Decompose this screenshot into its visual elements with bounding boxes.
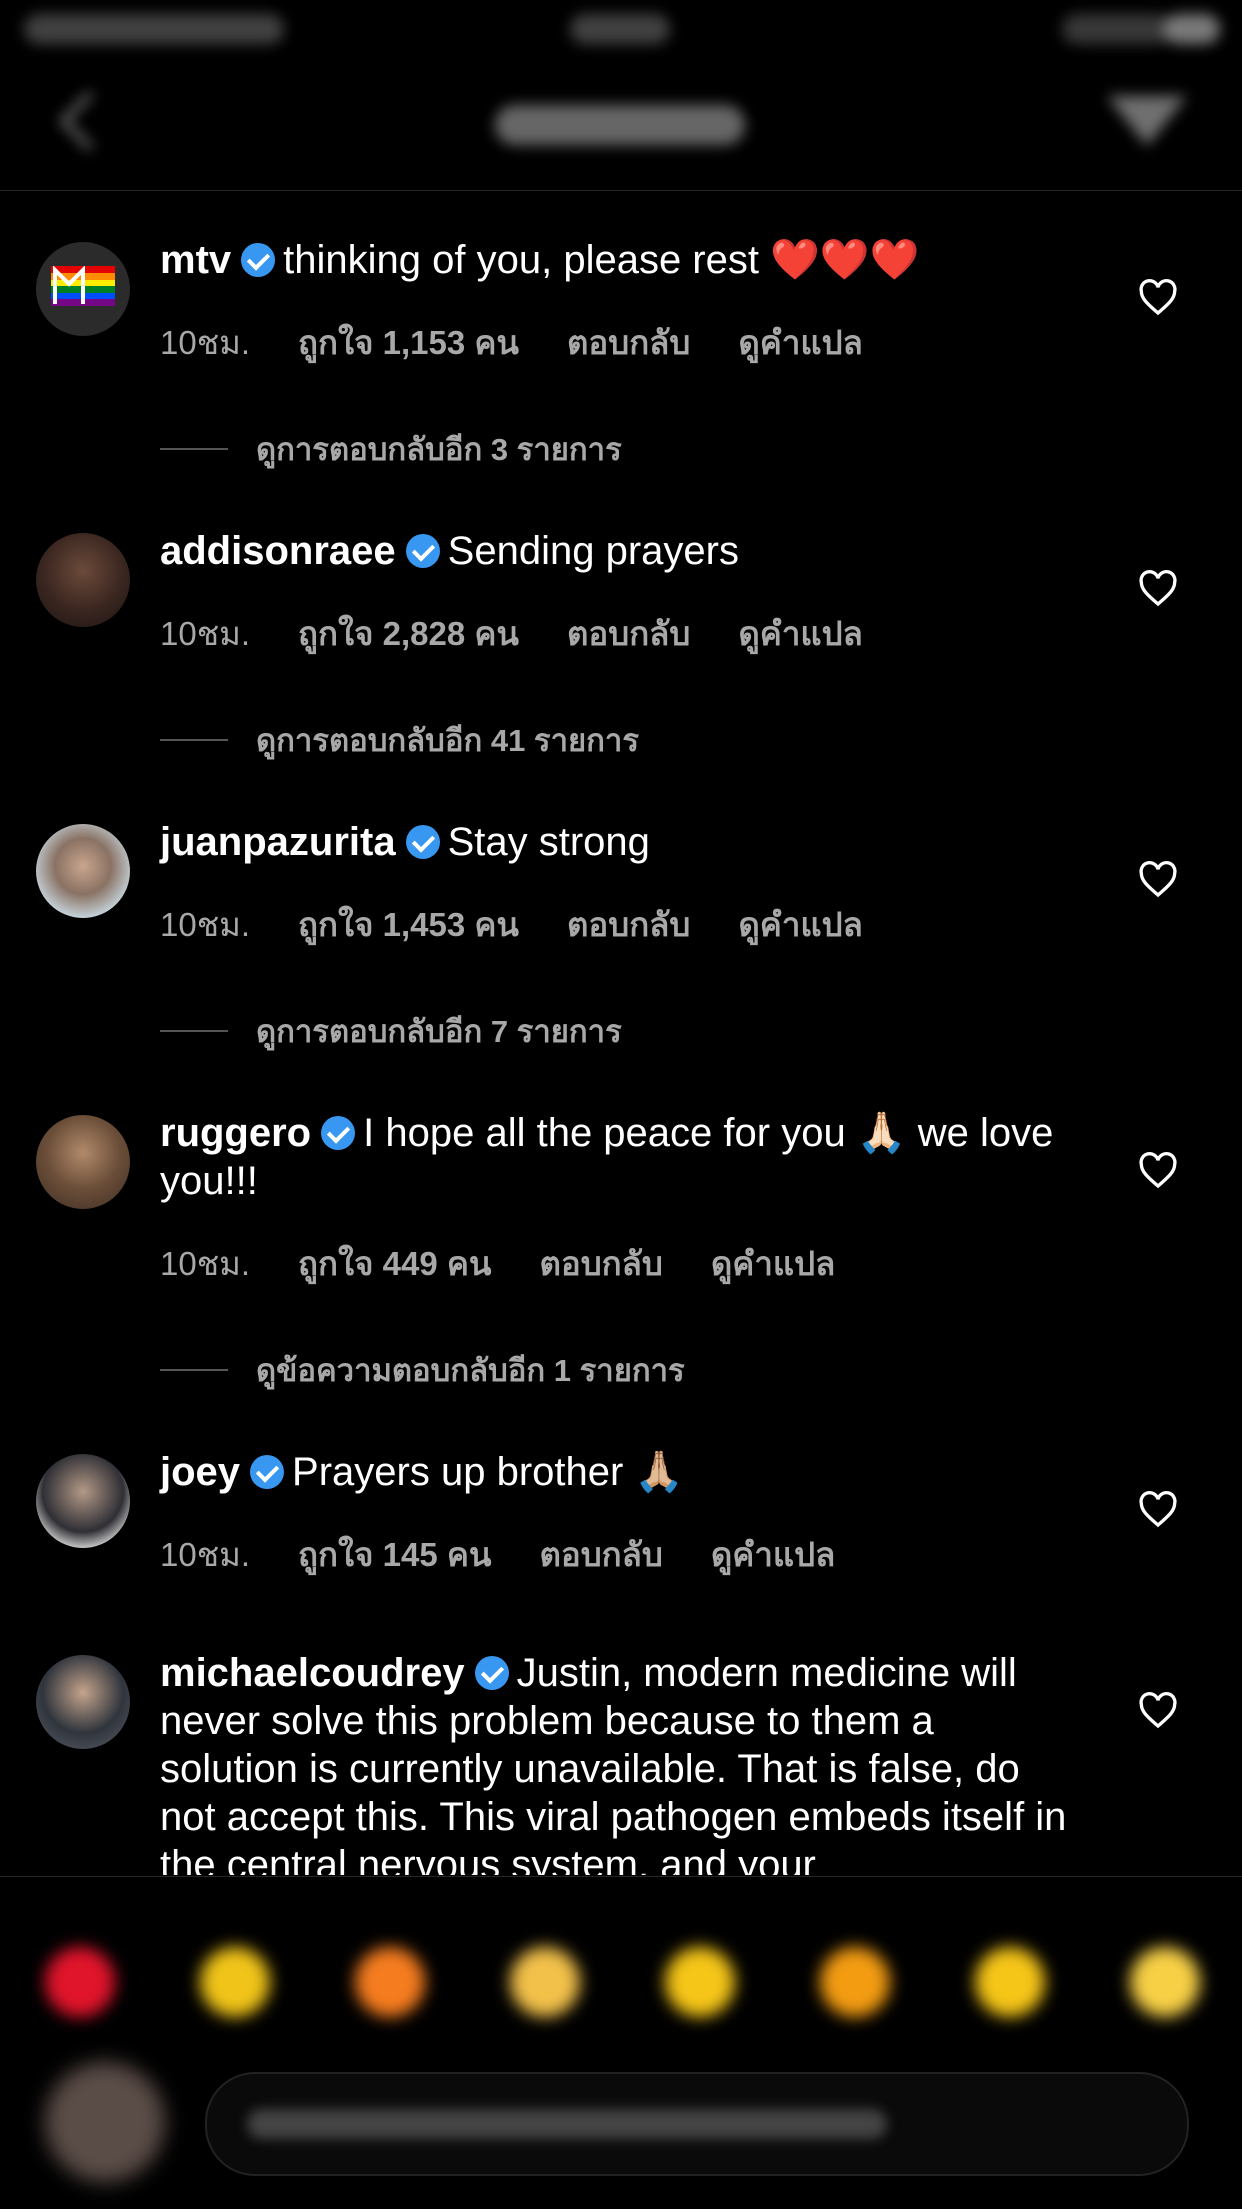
back-arrow-icon[interactable] bbox=[50, 88, 110, 158]
crying-laugh-emoji-button[interactable] bbox=[1130, 1947, 1200, 2017]
translate-button[interactable]: ดูคำแปล bbox=[738, 324, 862, 361]
username[interactable]: juanpazurita bbox=[160, 820, 396, 864]
comment-meta: 10ชม. ถูกใจ 2,828 คน ตอบกลับ ดูคำแปล bbox=[160, 607, 911, 660]
likes-count[interactable]: ถูกใจ 1,453 คน bbox=[298, 906, 519, 943]
comment-body: juanpazurita Stay strong bbox=[160, 818, 1080, 866]
heart-eyes-emoji-button[interactable] bbox=[820, 1947, 890, 2017]
surprised-emoji-button[interactable] bbox=[975, 1947, 1045, 2017]
reply-button[interactable]: ตอบกลับ bbox=[539, 1245, 662, 1282]
verified-badge-icon bbox=[321, 1116, 356, 1150]
mtv-logo-icon bbox=[51, 266, 115, 306]
username[interactable]: michaelcoudrey bbox=[160, 1651, 465, 1695]
carrier-signal bbox=[24, 14, 284, 44]
comment-input-placeholder bbox=[247, 2109, 887, 2139]
current-user-avatar bbox=[45, 2062, 165, 2182]
likes-count[interactable]: ถูกใจ 145 คน bbox=[298, 1536, 491, 1573]
comment-input[interactable] bbox=[205, 2072, 1189, 2176]
like-heart-icon[interactable] bbox=[1138, 1151, 1178, 1191]
view-replies-button[interactable]: ดูการตอบกลับอีก 7 รายการ bbox=[160, 1006, 622, 1056]
verified-badge-icon bbox=[241, 243, 276, 277]
quick-reactions bbox=[0, 1947, 1242, 2027]
view-replies-button[interactable]: ดูข้อความตอบกลับอีก 1 รายการ bbox=[160, 1345, 685, 1395]
comment-meta: 10ชม. ถูกใจ 449 คน ตอบกลับ ดูคำแปล bbox=[160, 1237, 883, 1290]
verified-badge-icon bbox=[250, 1455, 285, 1489]
timestamp: 10ชม. bbox=[160, 1245, 251, 1282]
translate-button[interactable]: ดูคำแปล bbox=[711, 1245, 835, 1282]
comment-body: ruggero I hope all the peace for you 🙏🏻 w… bbox=[160, 1109, 1080, 1205]
avatar[interactable] bbox=[36, 824, 130, 918]
comment-body: mtv thinking of you, please rest ❤️❤️❤️ bbox=[160, 236, 1080, 284]
timestamp: 10ชม. bbox=[160, 1536, 251, 1573]
comment-meta: 10ชม. ถูกใจ 1,453 คน ตอบกลับ ดูคำแปล bbox=[160, 898, 911, 951]
reply-button[interactable]: ตอบกลับ bbox=[539, 1536, 662, 1573]
filter-icon[interactable] bbox=[1107, 90, 1187, 160]
verified-badge-icon bbox=[474, 1656, 509, 1690]
translate-button[interactable]: ดูคำแปล bbox=[711, 1536, 835, 1573]
smile-emoji-button[interactable] bbox=[665, 1947, 735, 2017]
status-time bbox=[570, 14, 670, 44]
battery-icon bbox=[1164, 14, 1220, 44]
view-replies-label: ดูการตอบกลับอีก 41 รายการ bbox=[256, 723, 639, 758]
timestamp: 10ชม. bbox=[160, 324, 251, 361]
reply-button[interactable]: ตอบกลับ bbox=[567, 615, 690, 652]
page-title bbox=[495, 105, 745, 145]
username[interactable]: addisonraee bbox=[160, 529, 396, 573]
like-heart-icon[interactable] bbox=[1138, 860, 1178, 900]
status-bar bbox=[0, 0, 1242, 60]
like-heart-icon[interactable] bbox=[1138, 1691, 1178, 1731]
comment-text: Prayers up brother 🙏🏼 bbox=[292, 1450, 685, 1494]
divider bbox=[160, 739, 228, 741]
avatar[interactable] bbox=[36, 1454, 130, 1548]
timestamp: 10ชม. bbox=[160, 906, 251, 943]
view-replies-button[interactable]: ดูการตอบกลับอีก 41 รายการ bbox=[160, 715, 639, 765]
comments-list: mtv thinking of you, please rest ❤️❤️❤️ 1… bbox=[0, 190, 1242, 1875]
red-heart-emoji-button[interactable] bbox=[45, 1947, 115, 2017]
like-heart-icon[interactable] bbox=[1138, 1490, 1178, 1530]
avatar[interactable] bbox=[36, 242, 130, 336]
comment-meta: 10ชม. ถูกใจ 145 คน ตอบกลับ ดูคำแปล bbox=[160, 1528, 883, 1581]
translate-button[interactable]: ดูคำแปล bbox=[738, 906, 862, 943]
username[interactable]: ruggero bbox=[160, 1111, 311, 1155]
likes-count[interactable]: ถูกใจ 2,828 คน bbox=[298, 615, 519, 652]
input-row bbox=[0, 2052, 1242, 2182]
verified-badge-icon bbox=[405, 825, 440, 859]
view-replies-label: ดูการตอบกลับอีก 3 รายการ bbox=[256, 432, 622, 467]
divider bbox=[160, 1369, 228, 1371]
translate-button[interactable]: ดูคำแปล bbox=[738, 615, 862, 652]
avatar[interactable] bbox=[36, 1115, 130, 1209]
timestamp: 10ชม. bbox=[160, 615, 251, 652]
like-heart-icon[interactable] bbox=[1138, 569, 1178, 609]
avatar[interactable] bbox=[36, 1655, 130, 1749]
divider bbox=[160, 448, 228, 450]
comment-composer bbox=[0, 1876, 1242, 2209]
like-heart-icon[interactable] bbox=[1138, 278, 1178, 318]
comment-meta: 10ชม. ถูกใจ 1,153 คน ตอบกลับ ดูคำแปล bbox=[160, 316, 911, 369]
header bbox=[0, 60, 1242, 191]
reply-button[interactable]: ตอบกลับ bbox=[567, 324, 690, 361]
comment-text: Stay strong bbox=[447, 820, 650, 864]
party-emoji-button[interactable] bbox=[510, 1947, 580, 2017]
comment-text: thinking of you, please rest bbox=[283, 238, 759, 282]
clapping-emoji-button[interactable] bbox=[200, 1947, 270, 2017]
reply-button[interactable]: ตอบกลับ bbox=[567, 906, 690, 943]
comment-body: addisonraee Sending prayers bbox=[160, 527, 1080, 575]
view-replies-button[interactable]: ดูการตอบกลับอีก 3 รายการ bbox=[160, 424, 622, 474]
likes-count[interactable]: ถูกใจ 449 คน bbox=[298, 1245, 491, 1282]
comment-body: joey Prayers up brother 🙏🏼 bbox=[160, 1448, 1080, 1496]
avatar[interactable] bbox=[36, 533, 130, 627]
likes-count[interactable]: ถูกใจ 1,153 คน bbox=[298, 324, 519, 361]
fire-emoji-button[interactable] bbox=[355, 1947, 425, 2017]
battery-percent bbox=[1062, 14, 1172, 44]
view-replies-label: ดูข้อความตอบกลับอีก 1 รายการ bbox=[256, 1353, 685, 1388]
comment-body: michaelcoudrey Justin, modern medicine wi… bbox=[160, 1649, 1080, 1875]
username[interactable]: mtv bbox=[160, 238, 231, 282]
verified-badge-icon bbox=[405, 534, 440, 568]
heart-emoji: ❤️❤️❤️ bbox=[770, 238, 920, 282]
divider bbox=[160, 1030, 228, 1032]
view-replies-label: ดูการตอบกลับอีก 7 รายการ bbox=[256, 1014, 622, 1049]
username[interactable]: joey bbox=[160, 1450, 240, 1494]
comment-text: Sending prayers bbox=[447, 529, 739, 573]
